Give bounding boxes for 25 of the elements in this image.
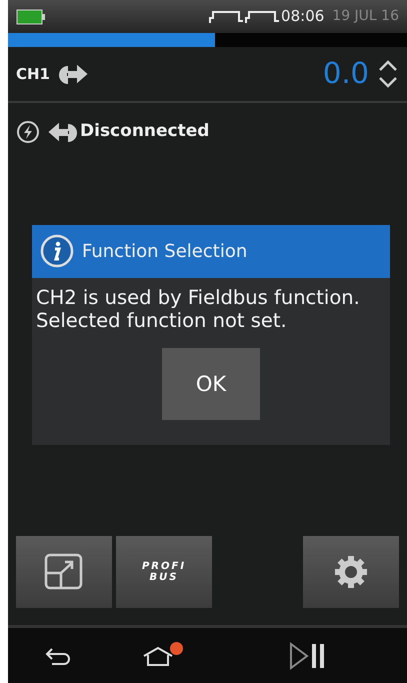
lightning-icon xyxy=(16,120,40,144)
home-icon xyxy=(142,645,174,668)
profibus-button[interactable]: PROFI BUS xyxy=(116,536,212,608)
logo-text: BUS xyxy=(150,572,178,583)
up-down-icon[interactable] xyxy=(377,59,399,89)
connector-icon xyxy=(245,10,282,24)
arrow-icon[interactable] xyxy=(58,63,88,85)
channel-label: CH1 xyxy=(16,64,50,85)
reading-value: 0.0 xyxy=(322,55,369,92)
dialog-message: CH2 is used by Fieldbus function. Selected function not set. xyxy=(35,286,361,332)
resize-icon xyxy=(44,553,84,591)
arrow-icon xyxy=(48,120,78,143)
info-icon xyxy=(40,234,74,268)
date-text: 19 JUL 16 xyxy=(332,7,399,26)
ok-button[interactable]: OK xyxy=(162,348,260,420)
logo-text: PROFI xyxy=(142,561,186,572)
connector-icon xyxy=(209,10,246,24)
settings-icon xyxy=(333,554,369,590)
clock-time: 08:06 xyxy=(281,6,324,28)
battery-icon xyxy=(16,8,46,24)
connection-status: Disconnected xyxy=(80,120,210,143)
back-icon xyxy=(44,646,72,666)
window-button[interactable] xyxy=(16,536,112,608)
settings-button[interactable] xyxy=(303,536,399,608)
dialog-title: Function Selection xyxy=(82,240,248,264)
